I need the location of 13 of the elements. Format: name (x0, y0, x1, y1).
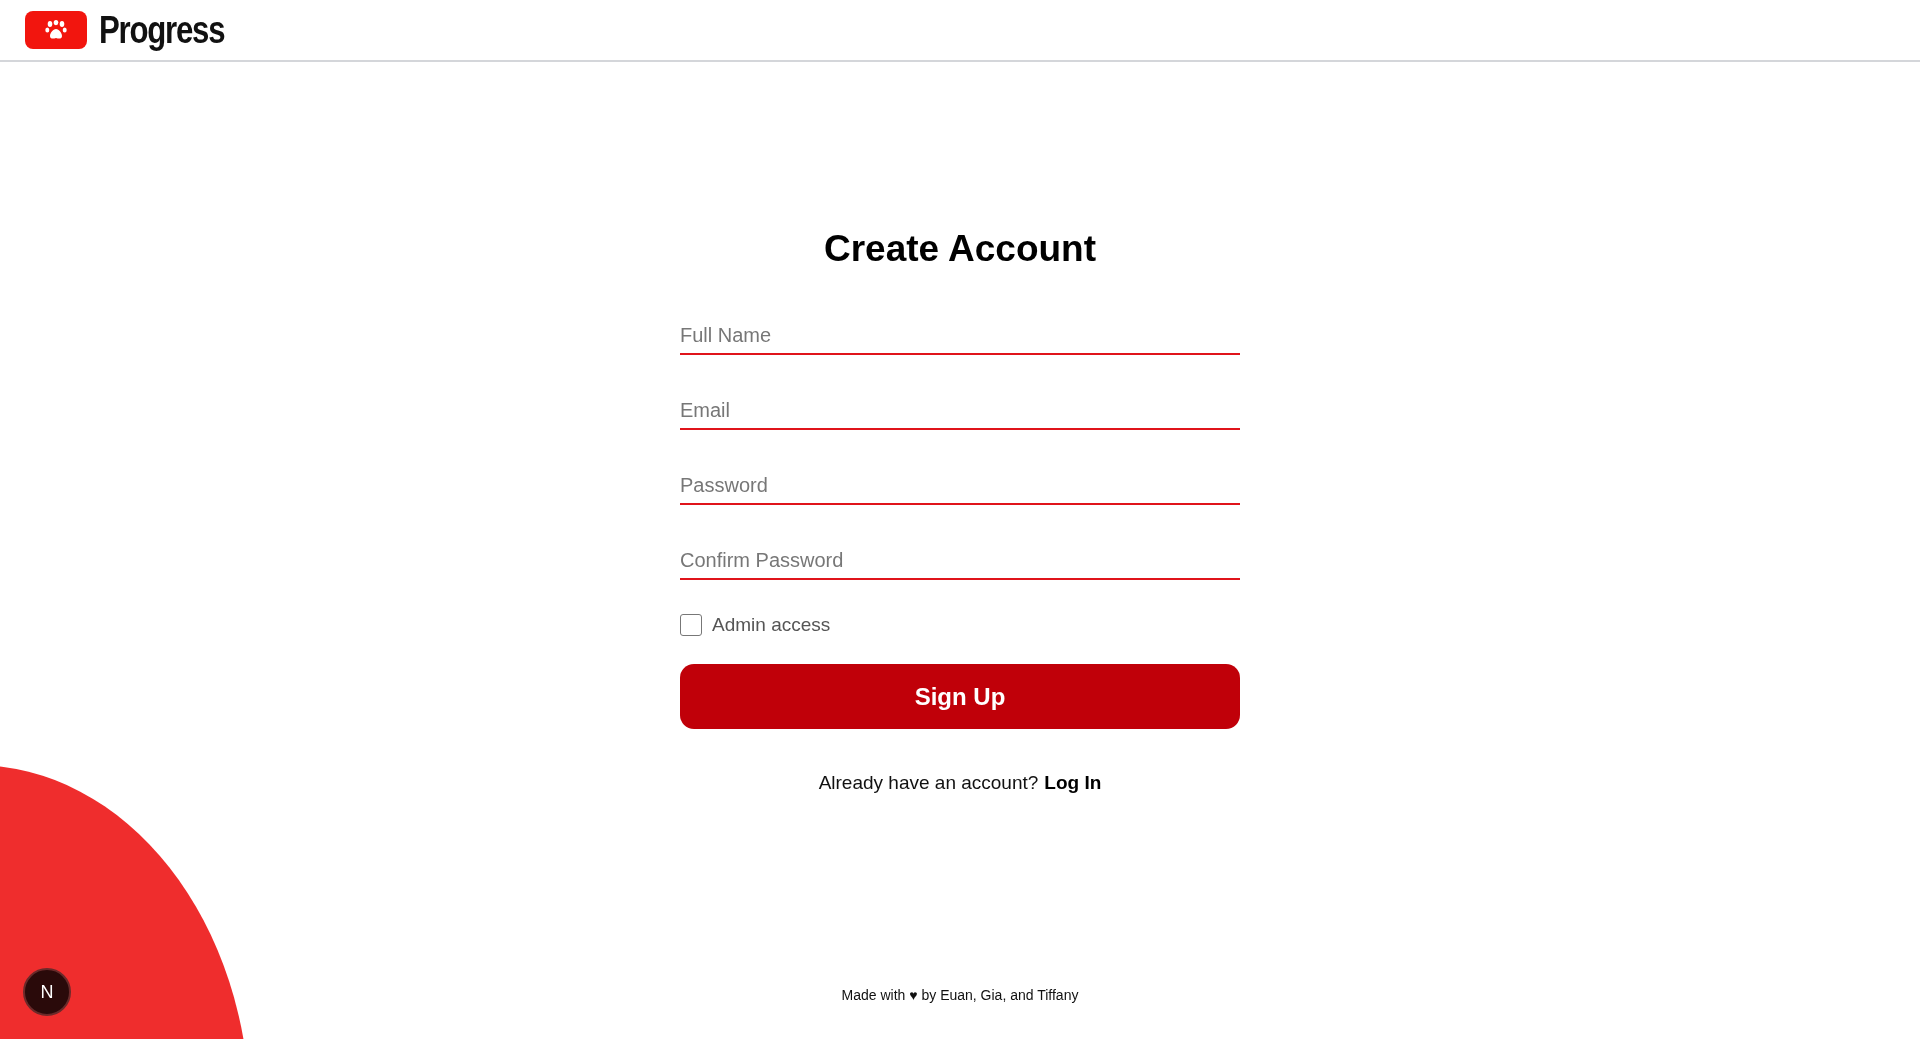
footer-credits: Made with ♥ by Euan, Gia, and Tiffany (841, 987, 1079, 1003)
input-field[interactable]: Confirm Password (680, 545, 1240, 580)
input-field[interactable]: Password (680, 470, 1240, 505)
login-prompt: Already have an account? (818, 772, 1039, 794)
log-in-link[interactable]: Log In (1044, 772, 1102, 794)
paw-logo-icon (25, 11, 87, 49)
input-field[interactable]: Full Name (680, 320, 1240, 355)
input-field[interactable]: Email (680, 395, 1240, 430)
form-title: Create Account (823, 228, 1097, 270)
checkbox[interactable] (680, 614, 702, 636)
sign-up-button[interactable]: Sign Up (680, 664, 1240, 729)
brand-name[interactable]: Progress (99, 8, 225, 52)
checkbox-label[interactable]: Admin access (712, 614, 831, 636)
